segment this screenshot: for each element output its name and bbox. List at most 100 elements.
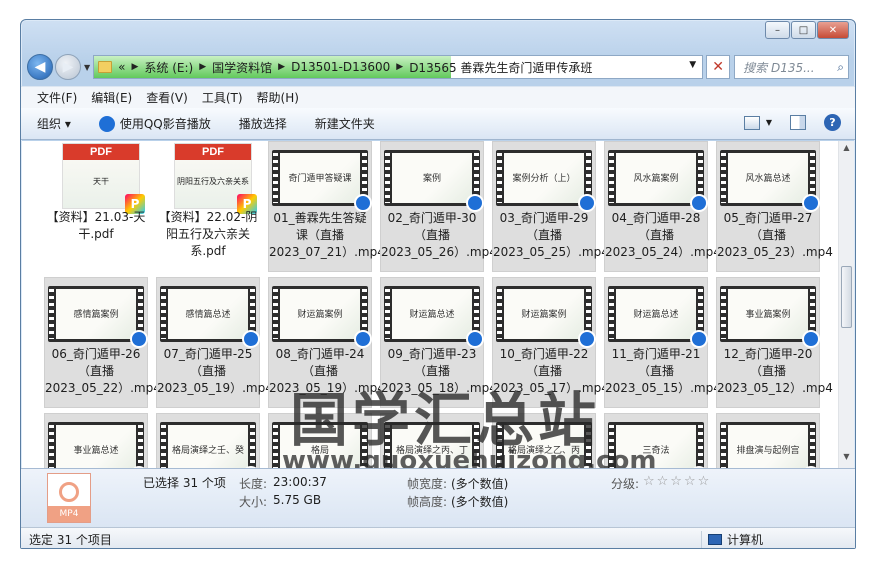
caption-buttons: – □ ✕ xyxy=(765,21,849,39)
vertical-scrollbar[interactable]: ▲ ▼ xyxy=(838,141,854,468)
selected-count: 已选择 31 个项 xyxy=(143,476,226,490)
video-file-item[interactable]: 排盘演与起例宫 xyxy=(716,413,820,468)
video-file-item[interactable]: 事业篇总述 xyxy=(44,413,148,468)
breadcrumb-library[interactable]: 国学资料馆 xyxy=(212,59,272,76)
pdf-thumbnail: PDF 天干 P xyxy=(62,143,145,214)
minimize-button[interactable]: – xyxy=(765,21,790,39)
play-selection-button[interactable]: 播放选择 xyxy=(239,115,287,132)
thumbnail-text: 格局演绎之壬、癸 xyxy=(171,446,244,456)
file-name: 07_奇门遁甲-25（直播 2023_05_19）.mp4 xyxy=(157,347,273,395)
help-icon[interactable]: ? xyxy=(824,114,841,131)
details-pane: MP4 已选择 31 个项 长度: 23:00:37 大小: 5.75 GB 帧… xyxy=(21,468,855,528)
computer-icon xyxy=(708,534,722,545)
thumbnail-text: 财运篇案例 xyxy=(521,310,567,320)
file-name: 01_善霖先生答疑课（直播 2023_07_21）.mp4 xyxy=(269,211,385,259)
maximize-button[interactable]: □ xyxy=(791,21,816,39)
video-file-item[interactable]: 格局演绎之壬、癸 xyxy=(156,413,260,468)
video-thumbnail: 财运篇案例 xyxy=(496,286,596,348)
video-file-item[interactable]: 财运篇总述 11_奇门遁甲-21（直播 2023_05_15）.mp4 xyxy=(604,277,721,408)
view-dropdown-icon[interactable]: ▼ xyxy=(766,118,772,127)
thumbnail-text: 风水篇案例 xyxy=(633,174,679,184)
play-selection-label: 播放选择 xyxy=(238,117,287,131)
pdf-thumbnail: PDF 阴阳五行及六亲关系 P xyxy=(174,143,257,214)
scrollbar-thumb[interactable] xyxy=(841,266,852,328)
thumbnail-text: 奇门遁甲答疑课 xyxy=(288,174,352,184)
video-thumbnail: 风水篇总述 xyxy=(720,150,820,212)
video-file-item[interactable]: 奇门遁甲答疑课 01_善霖先生答疑课（直播 2023_07_21）.mp4 xyxy=(268,141,385,272)
pdf-file-item[interactable]: PDF 阴阳五行及六亲关系 P 【资料】22.02-阴阳五行及六亲关系.pdf xyxy=(156,141,260,272)
file-name: 05_奇门遁甲-27（直播 2023_05_23）.mp4 xyxy=(717,211,833,259)
video-thumbnail: 奇门遁甲答疑课 xyxy=(272,150,372,212)
address-bar[interactable]: « ▶ 系统 (E:) ▶ 国学资料馆 ▶ D13501-D13600 ▶ D1… xyxy=(93,55,704,79)
new-folder-button[interactable]: 新建文件夹 xyxy=(315,115,375,132)
frame-width-label: 帧宽度: xyxy=(407,477,448,491)
chevron-right-icon[interactable]: ▶ xyxy=(396,62,403,72)
breadcrumb-range[interactable]: D13501-D13600 xyxy=(291,60,390,74)
organize-button[interactable]: 组织 ▾ xyxy=(37,115,71,132)
menu-view[interactable]: 查看(V) xyxy=(146,89,188,106)
stop-refresh-button[interactable]: ✕ xyxy=(706,55,731,79)
menu-file[interactable]: 文件(F) xyxy=(37,89,77,106)
video-thumbnail: 财运篇案例 xyxy=(272,286,372,348)
chevron-right-icon[interactable]: ▶ xyxy=(132,62,139,72)
length-value: 23:00:37 xyxy=(273,475,327,489)
file-name: 06_奇门遁甲-26（直播 2023_05_22）.mp4 xyxy=(45,347,161,395)
mp4-icon-label: MP4 xyxy=(48,506,90,522)
scroll-up-icon[interactable]: ▲ xyxy=(839,143,854,157)
change-view-icon[interactable] xyxy=(743,115,760,130)
video-file-item[interactable]: 风水篇案例 04_奇门遁甲-28（直播 2023_05_24）.mp4 xyxy=(604,141,721,272)
video-file-item[interactable]: 案例分析（上） 03_奇门遁甲-29（直播 2023_05_25）.mp4 xyxy=(492,141,609,272)
file-name: 【资料】21.03-天干.pdf xyxy=(46,210,146,241)
breadcrumb-drive[interactable]: 系统 (E:) xyxy=(144,59,193,76)
breadcrumb-current-folder[interactable]: D13565 善霖先生奇门遁甲传承班 xyxy=(409,59,592,76)
video-thumbnail: 格局演绎之壬、癸 xyxy=(160,422,260,468)
close-button[interactable]: ✕ xyxy=(817,21,849,39)
video-thumbnail: 案例分析（上） xyxy=(496,150,596,212)
video-file-item[interactable]: 事业篇案例 12_奇门遁甲-20（直播 2023_05_12）.mp4 xyxy=(716,277,833,408)
rating-stars[interactable]: ☆☆☆☆☆ xyxy=(643,474,711,489)
menu-help[interactable]: 帮助(H) xyxy=(257,89,299,106)
video-thumbnail: 事业篇案例 xyxy=(720,286,820,348)
mp4-file-icon: MP4 xyxy=(47,473,91,523)
menu-edit[interactable]: 编辑(E) xyxy=(91,89,132,106)
back-button[interactable]: ◀ xyxy=(27,54,53,80)
pdf-icon: PDF xyxy=(175,144,251,160)
status-location-label: 计算机 xyxy=(727,533,764,547)
video-file-item[interactable]: 风水篇总述 05_奇门遁甲-27（直播 2023_05_23）.mp4 xyxy=(716,141,833,272)
pdf-icon: PDF xyxy=(63,144,139,160)
video-file-item[interactable]: 案例 02_奇门遁甲-30（直播 2023_05_26）.mp4 xyxy=(380,141,497,272)
pdf-file-item[interactable]: PDF 天干 P 【资料】21.03-天干.pdf xyxy=(44,141,148,272)
search-input[interactable]: 搜索 D135... ⌕ xyxy=(734,55,849,79)
thumbnail-text: 财运篇总述 xyxy=(409,310,455,320)
breadcrumb-overflow[interactable]: « xyxy=(118,60,125,74)
chevron-right-icon[interactable]: ▶ xyxy=(199,62,206,72)
thumbnail-text: 事业篇案例 xyxy=(745,310,791,320)
file-name: 04_奇门遁甲-28（直播 2023_05_24）.mp4 xyxy=(605,211,721,259)
video-file-item[interactable]: 感情篇案例 06_奇门遁甲-26（直播 2023_05_22）.mp4 xyxy=(44,277,161,408)
frame-width-value: (多个数值) xyxy=(451,477,509,491)
video-file-item[interactable]: 感情篇总述 07_奇门遁甲-25（直播 2023_05_19）.mp4 xyxy=(156,277,273,408)
frame-height-value: (多个数值) xyxy=(451,495,509,509)
search-placeholder: 搜索 D135... xyxy=(743,60,815,75)
preview-pane-icon[interactable] xyxy=(790,115,806,130)
thumbnail-text: 风水篇总述 xyxy=(745,174,791,184)
chevron-right-icon[interactable]: ▶ xyxy=(278,62,285,72)
video-thumbnail: 财运篇总述 xyxy=(608,286,708,348)
file-name: 【资料】22.02-阴阳五行及六亲关系.pdf xyxy=(158,210,258,258)
scroll-down-icon[interactable]: ▼ xyxy=(839,452,854,466)
qq-play-label: 使用QQ影音播放 xyxy=(119,117,211,131)
command-bar: 组织 ▾ 使用QQ影音播放 播放选择 新建文件夹 ▼ ? xyxy=(21,108,855,140)
video-thumbnail: 事业篇总述 xyxy=(48,422,148,468)
recent-pages-dropdown-icon[interactable]: ▼ xyxy=(84,63,90,72)
address-dropdown-icon[interactable]: ▼ xyxy=(689,60,696,70)
folder-icon xyxy=(98,61,113,73)
search-icon[interactable]: ⌕ xyxy=(837,60,844,75)
rating-label: 分级: xyxy=(611,477,640,491)
file-list: PDF 天干 P 【资料】21.03-天干.pdf PDF 阴阳五行及六亲关系 P 【资料】2… xyxy=(22,141,854,468)
menu-tools[interactable]: 工具(T) xyxy=(202,89,243,106)
explorer-window: – □ ✕ ◀ ▶ ▼ « ▶ 系统 (E:) ▶ 国学资料馆 ▶ D13501… xyxy=(20,19,856,549)
video-thumbnail: 感情篇总述 xyxy=(160,286,260,348)
navigation-bar: ◀ ▶ ▼ « ▶ 系统 (E:) ▶ 国学资料馆 ▶ D13501-D1360… xyxy=(27,52,849,82)
forward-button[interactable]: ▶ xyxy=(55,54,81,80)
qq-play-button[interactable]: 使用QQ影音播放 xyxy=(98,115,211,132)
